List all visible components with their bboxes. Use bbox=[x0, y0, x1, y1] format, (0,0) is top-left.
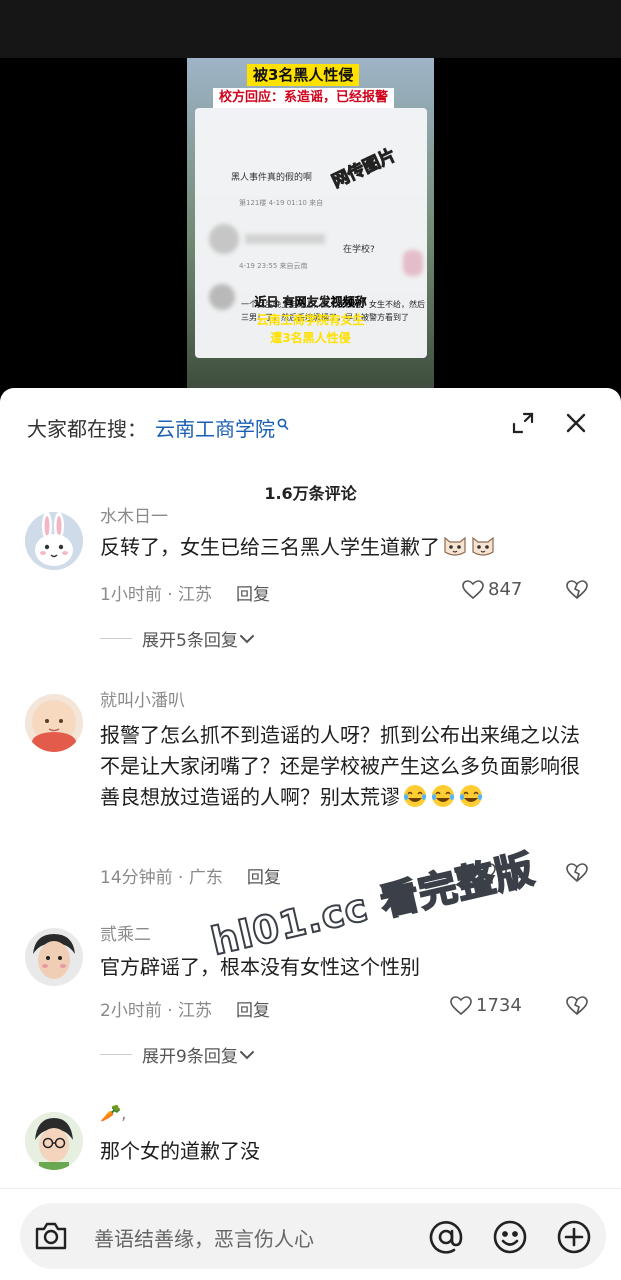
comment-input-bar: 善语结善缘，恶言伤人心 bbox=[0, 1188, 621, 1280]
chevron-down-icon bbox=[239, 1050, 254, 1059]
reply-button[interactable]: 回复 bbox=[236, 585, 270, 605]
comment-meta: 1小时前 · 江苏 回复 bbox=[100, 580, 270, 605]
expand-replies-button[interactable]: 展开5条回复 bbox=[100, 626, 256, 651]
cat-emoji-icon bbox=[442, 534, 468, 558]
avatar[interactable] bbox=[25, 694, 83, 752]
trending-search-label: 大家都在搜： bbox=[27, 416, 147, 441]
camera-icon[interactable] bbox=[34, 1221, 68, 1251]
comment-meta: 2小时前 · 江苏 回复 bbox=[100, 996, 270, 1021]
comment-time: 1小时前 · 江苏 bbox=[100, 585, 213, 605]
plus-icon[interactable] bbox=[556, 1219, 592, 1255]
comment-sheet: 大家都在搜： 云南工商学院 1.6万条评论 水木日一 反转了，女生已给三名黑人学… bbox=[0, 388, 621, 1280]
blurred-sticker bbox=[403, 250, 423, 276]
comment-time: 2小时前 · 江苏 bbox=[100, 1001, 213, 1021]
divider bbox=[100, 638, 132, 639]
video-question-text: 在学校? bbox=[343, 245, 375, 255]
divider bbox=[100, 1054, 132, 1055]
avatar[interactable] bbox=[25, 928, 83, 986]
video-headline: 被3名黑人性侵 bbox=[247, 64, 360, 86]
expand-replies-label: 展开5条回复 bbox=[142, 631, 238, 651]
close-icon[interactable] bbox=[565, 412, 587, 434]
search-icon bbox=[277, 418, 289, 436]
comment-placeholder: 善语结善缘，恶言伤人心 bbox=[94, 1227, 314, 1251]
comment-count: 1.6万条评论 bbox=[264, 484, 357, 503]
reply-button[interactable]: 回复 bbox=[247, 868, 281, 888]
comment-text: 报警了怎么抓不到造谣的人呀？抓到公布出来绳之以法不是让大家闭嘴了？还是学校被产生… bbox=[100, 720, 590, 813]
comment-text: 反转了，女生已给三名黑人学生道歉了 bbox=[100, 532, 590, 563]
like-count: 1734 bbox=[476, 995, 522, 1016]
video-reply-meta: 4-19 23:55 来自云南 bbox=[239, 262, 308, 270]
avatar[interactable] bbox=[25, 512, 83, 570]
dislike-icon[interactable] bbox=[566, 863, 588, 885]
comment-input[interactable]: 善语结善缘，恶言伤人心 bbox=[20, 1203, 606, 1269]
comment-username[interactable]: 就叫小潘叭 bbox=[100, 686, 185, 711]
comment-username[interactable]: 水木日一 bbox=[100, 502, 168, 527]
expand-replies-label: 展开9条回复 bbox=[142, 1047, 238, 1067]
avatar[interactable] bbox=[25, 1112, 83, 1170]
status-bar bbox=[0, 0, 621, 58]
like-button[interactable]: 847 bbox=[462, 579, 522, 600]
heart-icon bbox=[450, 995, 472, 1015]
comment-text-body: 反转了，女生已给三名黑人学生道歉了 bbox=[100, 535, 440, 559]
comment-time: 14分钟前 · 广东 bbox=[100, 868, 223, 888]
laugh-cry-emoji-icon bbox=[458, 784, 484, 808]
comment-item: 贰乘二 官方辟谣了，根本没有女性这个性别 2小时前 · 江苏 回复 1734 展开… bbox=[0, 925, 621, 1088]
video-subtitle-1: 近日 有网友发视频称 bbox=[254, 295, 367, 309]
laugh-cry-emoji-icon bbox=[402, 784, 428, 808]
heart-icon bbox=[462, 579, 484, 599]
video-post-meta: 第121楼 4-19 01:10 来自 bbox=[239, 199, 324, 207]
emoji-icon[interactable] bbox=[492, 1219, 528, 1255]
comment-text: 官方辟谣了，根本没有女性这个性别 bbox=[100, 955, 420, 979]
chevron-down-icon bbox=[239, 634, 254, 643]
comment-item: 🥕, 那个女的道歉了没 bbox=[0, 1104, 621, 1192]
trending-search-term[interactable]: 云南工商学院 bbox=[155, 413, 275, 442]
expand-replies-button[interactable]: 展开9条回复 bbox=[100, 1042, 256, 1067]
comment-username[interactable]: 🥕, bbox=[100, 1104, 127, 1124]
comment-text-body: 报警了怎么抓不到造谣的人呀？抓到公布出来绳之以法不是让大家闭嘴了？还是学校被产生… bbox=[100, 723, 580, 809]
comment-text: 那个女的道歉了没 bbox=[100, 1139, 260, 1163]
like-count: 847 bbox=[488, 579, 523, 600]
reply-button[interactable]: 回复 bbox=[236, 1001, 270, 1021]
trending-search[interactable]: 大家都在搜： 云南工商学院 bbox=[27, 412, 289, 442]
laugh-cry-emoji-icon bbox=[430, 784, 456, 808]
collapse-icon[interactable] bbox=[512, 412, 534, 434]
mention-icon[interactable] bbox=[428, 1219, 464, 1255]
comment-username[interactable]: 贰乘二 bbox=[100, 920, 151, 945]
like-button[interactable]: 1734 bbox=[450, 995, 522, 1016]
video-subtitle-2: 云南工商学院有女生 bbox=[256, 313, 365, 327]
video-player[interactable]: 黑人事件真的假的啊 第121楼 4-19 01:10 来自 在学校? 4-19 … bbox=[187, 58, 434, 390]
dislike-icon[interactable] bbox=[566, 996, 588, 1018]
dislike-icon[interactable] bbox=[566, 580, 588, 602]
video-school-response: 校方回应：系造谣，已经报警 bbox=[213, 88, 395, 108]
video-post-text: 黑人事件真的假的啊 bbox=[231, 173, 313, 183]
video-subtitle-3: 遭3名黑人性侵 bbox=[270, 331, 351, 345]
cat-emoji-icon bbox=[470, 534, 496, 558]
blurred-username bbox=[245, 234, 325, 244]
blurred-avatar bbox=[209, 224, 239, 254]
comment-item: 水木日一 反转了，女生已给三名黑人学生道歉了 1小时前 · 江苏 回复 847 展… bbox=[0, 506, 621, 671]
comment-meta: 14分钟前 · 广东 回复 bbox=[100, 863, 281, 888]
